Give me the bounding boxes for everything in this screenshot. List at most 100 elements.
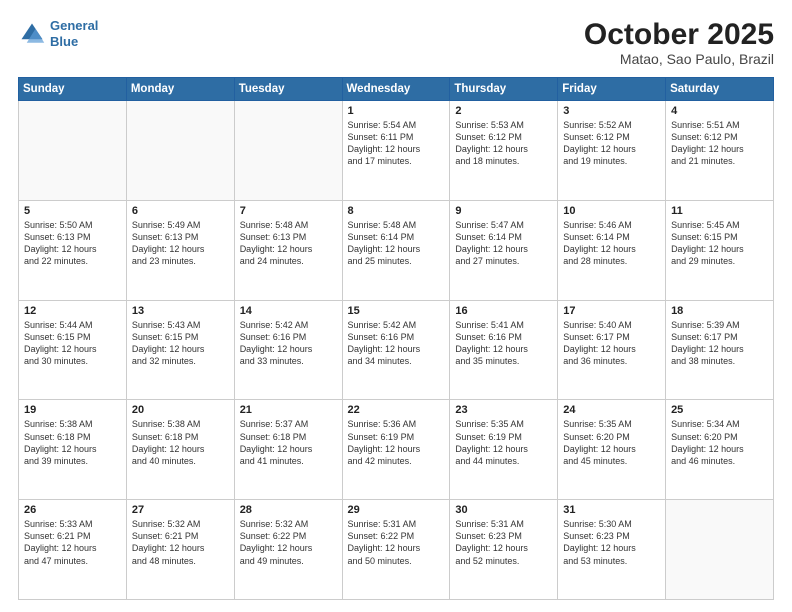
day-info: Sunrise: 5:33 AM Sunset: 6:21 PM Dayligh… (24, 518, 121, 567)
calendar-cell: 2 Sunrise: 5:53 AM Sunset: 6:12 PM Daylig… (450, 101, 558, 201)
day-info: Sunrise: 5:37 AM Sunset: 6:18 PM Dayligh… (240, 418, 337, 467)
calendar-cell: 20 Sunrise: 5:38 AM Sunset: 6:18 PM Dayli… (126, 400, 234, 500)
calendar-cell (126, 101, 234, 201)
day-info: Sunrise: 5:40 AM Sunset: 6:17 PM Dayligh… (563, 319, 660, 368)
calendar-cell: 5 Sunrise: 5:50 AM Sunset: 6:13 PM Daylig… (19, 200, 127, 300)
calendar-cell: 31 Sunrise: 5:30 AM Sunset: 6:23 PM Dayli… (558, 500, 666, 600)
day-number: 21 (240, 404, 337, 416)
day-info: Sunrise: 5:51 AM Sunset: 6:12 PM Dayligh… (671, 119, 768, 168)
calendar-cell: 17 Sunrise: 5:40 AM Sunset: 6:17 PM Dayli… (558, 300, 666, 400)
calendar-cell: 18Sunrise: 5:39 AM Sunset: 6:17 PM Dayli… (666, 300, 774, 400)
day-number: 2 (455, 105, 552, 117)
day-info: Sunrise: 5:52 AM Sunset: 6:12 PM Dayligh… (563, 119, 660, 168)
day-number: 24 (563, 404, 660, 416)
weekday-header-friday: Friday (558, 78, 666, 101)
day-number: 17 (563, 305, 660, 317)
calendar-cell: 3 Sunrise: 5:52 AM Sunset: 6:12 PM Daylig… (558, 101, 666, 201)
day-info: Sunrise: 5:47 AM Sunset: 6:14 PM Dayligh… (455, 219, 552, 268)
day-number: 10 (563, 205, 660, 217)
calendar-cell: 6 Sunrise: 5:49 AM Sunset: 6:13 PM Daylig… (126, 200, 234, 300)
day-number: 5 (24, 205, 121, 217)
calendar-cell: 29 Sunrise: 5:31 AM Sunset: 6:22 PM Dayli… (342, 500, 450, 600)
day-info: Sunrise: 5:36 AM Sunset: 6:19 PM Dayligh… (348, 418, 445, 467)
weekday-header-tuesday: Tuesday (234, 78, 342, 101)
day-info: Sunrise: 5:54 AM Sunset: 6:11 PM Dayligh… (348, 119, 445, 168)
day-info: Sunrise: 5:31 AM Sunset: 6:23 PM Dayligh… (455, 518, 552, 567)
day-info: Sunrise: 5:42 AM Sunset: 6:16 PM Dayligh… (348, 319, 445, 368)
day-number: 11 (671, 205, 768, 217)
calendar-cell (666, 500, 774, 600)
calendar-cell: 8Sunrise: 5:48 AM Sunset: 6:14 PM Daylig… (342, 200, 450, 300)
calendar-cell: 14Sunrise: 5:42 AM Sunset: 6:16 PM Dayli… (234, 300, 342, 400)
day-info: Sunrise: 5:53 AM Sunset: 6:12 PM Dayligh… (455, 119, 552, 168)
day-number: 27 (132, 504, 229, 516)
weekday-header-saturday: Saturday (666, 78, 774, 101)
weekday-header-sunday: Sunday (19, 78, 127, 101)
calendar-cell: 24Sunrise: 5:35 AM Sunset: 6:20 PM Dayli… (558, 400, 666, 500)
calendar-cell (19, 101, 127, 201)
day-number: 26 (24, 504, 121, 516)
calendar-cell: 30Sunrise: 5:31 AM Sunset: 6:23 PM Dayli… (450, 500, 558, 600)
day-number: 16 (455, 305, 552, 317)
day-number: 18 (671, 305, 768, 317)
day-info: Sunrise: 5:31 AM Sunset: 6:22 PM Dayligh… (348, 518, 445, 567)
calendar-cell: 26 Sunrise: 5:33 AM Sunset: 6:21 PM Dayli… (19, 500, 127, 600)
header: General Blue October 2025 Matao, Sao Pau… (18, 18, 774, 67)
day-number: 22 (348, 404, 445, 416)
weekday-header-thursday: Thursday (450, 78, 558, 101)
week-row-0: 1 Sunrise: 5:54 AM Sunset: 6:11 PM Daylig… (19, 101, 774, 201)
day-number: 9 (455, 205, 552, 217)
calendar-cell: 19Sunrise: 5:38 AM Sunset: 6:18 PM Dayli… (19, 400, 127, 500)
day-number: 4 (671, 105, 768, 117)
calendar-cell: 9 Sunrise: 5:47 AM Sunset: 6:14 PM Daylig… (450, 200, 558, 300)
logo-line2: Blue (50, 34, 78, 49)
day-info: Sunrise: 5:32 AM Sunset: 6:21 PM Dayligh… (132, 518, 229, 567)
day-number: 25 (671, 404, 768, 416)
calendar-header: SundayMondayTuesdayWednesdayThursdayFrid… (19, 78, 774, 101)
day-info: Sunrise: 5:38 AM Sunset: 6:18 PM Dayligh… (132, 418, 229, 467)
day-number: 12 (24, 305, 121, 317)
calendar-body: 1 Sunrise: 5:54 AM Sunset: 6:11 PM Daylig… (19, 101, 774, 600)
week-row-4: 26 Sunrise: 5:33 AM Sunset: 6:21 PM Dayli… (19, 500, 774, 600)
day-info: Sunrise: 5:30 AM Sunset: 6:23 PM Dayligh… (563, 518, 660, 567)
logo-line1: General (50, 18, 98, 33)
calendar-cell: 16 Sunrise: 5:41 AM Sunset: 6:16 PM Dayli… (450, 300, 558, 400)
day-number: 15 (348, 305, 445, 317)
day-number: 6 (132, 205, 229, 217)
day-number: 13 (132, 305, 229, 317)
day-info: Sunrise: 5:46 AM Sunset: 6:14 PM Dayligh… (563, 219, 660, 268)
day-info: Sunrise: 5:41 AM Sunset: 6:16 PM Dayligh… (455, 319, 552, 368)
calendar-cell: 12Sunrise: 5:44 AM Sunset: 6:15 PM Dayli… (19, 300, 127, 400)
day-info: Sunrise: 5:48 AM Sunset: 6:13 PM Dayligh… (240, 219, 337, 268)
week-row-2: 12Sunrise: 5:44 AM Sunset: 6:15 PM Dayli… (19, 300, 774, 400)
calendar-cell: 1 Sunrise: 5:54 AM Sunset: 6:11 PM Daylig… (342, 101, 450, 201)
day-number: 20 (132, 404, 229, 416)
calendar-cell: 4 Sunrise: 5:51 AM Sunset: 6:12 PM Daylig… (666, 101, 774, 201)
page: General Blue October 2025 Matao, Sao Pau… (0, 0, 792, 612)
calendar-cell: 15 Sunrise: 5:42 AM Sunset: 6:16 PM Dayli… (342, 300, 450, 400)
calendar-cell: 25Sunrise: 5:34 AM Sunset: 6:20 PM Dayli… (666, 400, 774, 500)
calendar-table: SundayMondayTuesdayWednesdayThursdayFrid… (18, 77, 774, 600)
title-block: October 2025 Matao, Sao Paulo, Brazil (584, 18, 774, 67)
logo-icon (18, 20, 46, 48)
day-number: 29 (348, 504, 445, 516)
day-info: Sunrise: 5:50 AM Sunset: 6:13 PM Dayligh… (24, 219, 121, 268)
calendar-cell: 21 Sunrise: 5:37 AM Sunset: 6:18 PM Dayli… (234, 400, 342, 500)
day-number: 8 (348, 205, 445, 217)
day-info: Sunrise: 5:32 AM Sunset: 6:22 PM Dayligh… (240, 518, 337, 567)
calendar-cell: 22 Sunrise: 5:36 AM Sunset: 6:19 PM Dayli… (342, 400, 450, 500)
day-number: 31 (563, 504, 660, 516)
day-number: 1 (348, 105, 445, 117)
day-number: 7 (240, 205, 337, 217)
calendar-cell: 27 Sunrise: 5:32 AM Sunset: 6:21 PM Dayli… (126, 500, 234, 600)
calendar-cell: 23Sunrise: 5:35 AM Sunset: 6:19 PM Dayli… (450, 400, 558, 500)
day-info: Sunrise: 5:35 AM Sunset: 6:19 PM Dayligh… (455, 418, 552, 467)
day-number: 28 (240, 504, 337, 516)
logo-text: General Blue (50, 18, 98, 49)
calendar-cell: 10 Sunrise: 5:46 AM Sunset: 6:14 PM Dayli… (558, 200, 666, 300)
calendar-cell: 7 Sunrise: 5:48 AM Sunset: 6:13 PM Daylig… (234, 200, 342, 300)
day-number: 3 (563, 105, 660, 117)
day-info: Sunrise: 5:49 AM Sunset: 6:13 PM Dayligh… (132, 219, 229, 268)
calendar-cell: 28 Sunrise: 5:32 AM Sunset: 6:22 PM Dayli… (234, 500, 342, 600)
logo: General Blue (18, 18, 98, 49)
